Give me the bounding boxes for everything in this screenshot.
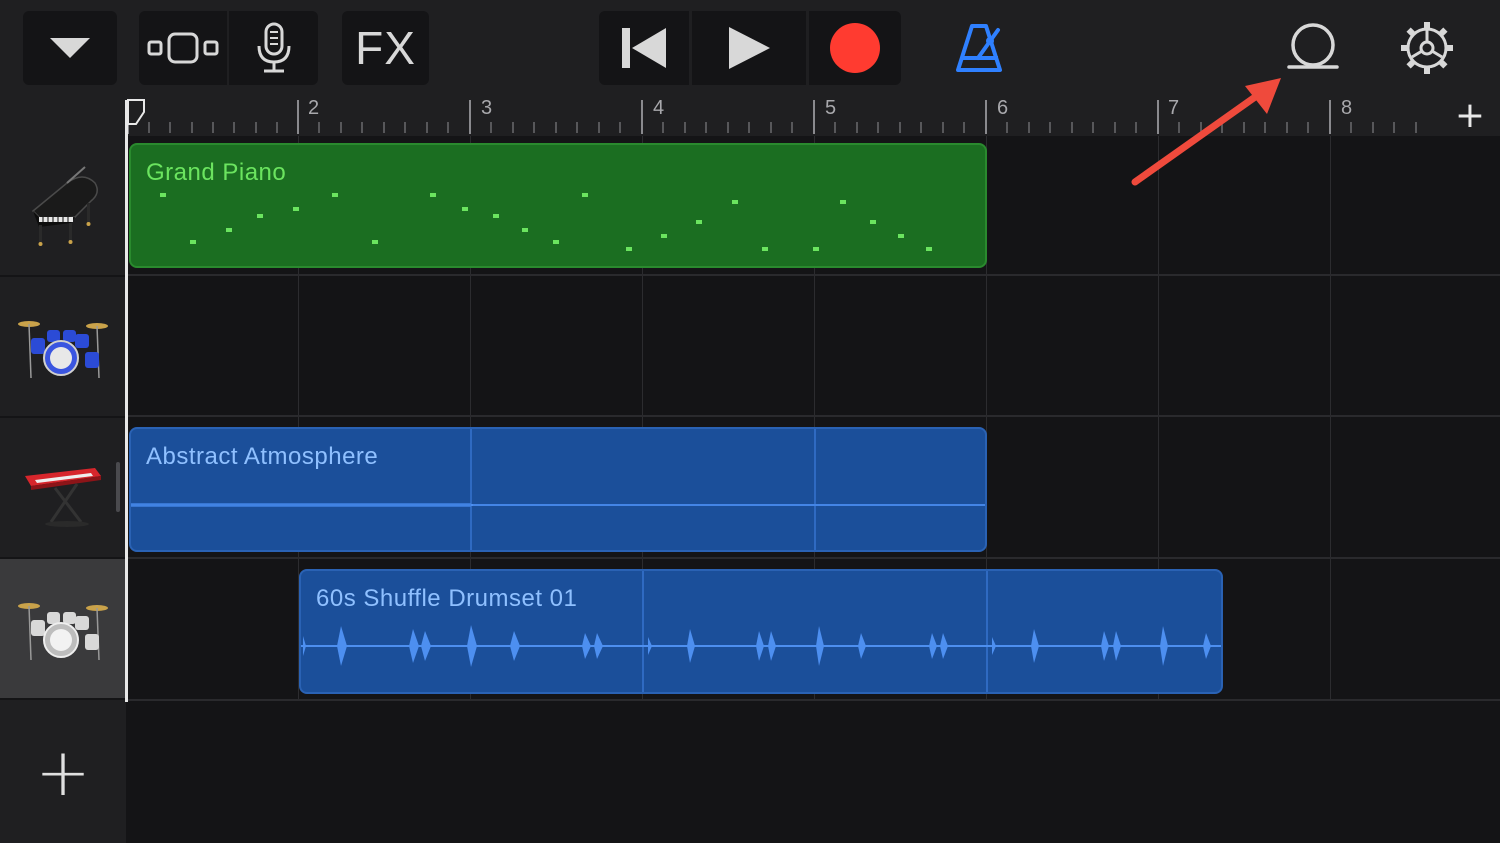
gear-icon bbox=[1401, 22, 1453, 74]
playhead[interactable] bbox=[125, 100, 128, 702]
settings-button[interactable] bbox=[1388, 11, 1466, 85]
drum-kit-blue-icon bbox=[18, 320, 108, 378]
keyboard-synth-icon bbox=[25, 467, 101, 527]
region-title: Grand Piano bbox=[146, 159, 287, 186]
fx-label: FX bbox=[355, 22, 416, 74]
region-segment-divider bbox=[470, 429, 472, 550]
bar-number-2: 2 bbox=[308, 97, 320, 119]
metronome-button[interactable] bbox=[940, 11, 1020, 85]
midi-note bbox=[696, 220, 702, 224]
annotation-arrow bbox=[1131, 78, 1281, 186]
midi-note bbox=[840, 200, 846, 204]
track-header-drums[interactable] bbox=[0, 277, 126, 418]
track-header-drumset[interactable] bbox=[0, 559, 126, 700]
midi-note bbox=[553, 240, 559, 244]
play-button[interactable] bbox=[692, 11, 806, 85]
header-resize-handle[interactable] bbox=[116, 462, 120, 512]
audio-region-60s-shuffle-drumset[interactable]: 60s Shuffle Drumset 01 bbox=[299, 569, 1223, 694]
midi-note bbox=[160, 193, 166, 197]
play-icon bbox=[729, 27, 770, 69]
midi-note bbox=[732, 200, 738, 204]
microphone-button[interactable] bbox=[229, 11, 318, 85]
bar-number-4: 4 bbox=[653, 97, 665, 119]
midi-note bbox=[372, 240, 378, 244]
track-header-piano[interactable] bbox=[0, 136, 126, 277]
add-section-button[interactable]: + bbox=[1440, 96, 1500, 136]
playhead-handle bbox=[127, 99, 145, 125]
midi-note bbox=[661, 234, 667, 238]
add-track-button[interactable]: + bbox=[0, 702, 126, 843]
midi-note bbox=[430, 193, 436, 197]
midi-region-grand-piano[interactable]: Grand Piano bbox=[129, 143, 987, 268]
bar-number-8: 8 bbox=[1341, 97, 1353, 119]
skip-back-icon bbox=[622, 28, 666, 68]
record-icon bbox=[830, 23, 880, 73]
lane-divider bbox=[126, 415, 1500, 417]
bar-number-6: 6 bbox=[997, 97, 1009, 119]
region-title: 60s Shuffle Drumset 01 bbox=[316, 585, 578, 612]
region-title: Abstract Atmosphere bbox=[146, 443, 379, 470]
rewind-button[interactable] bbox=[599, 11, 689, 85]
region-segment-divider bbox=[814, 429, 816, 550]
tracks-view-button[interactable] bbox=[139, 11, 227, 85]
lane-divider bbox=[126, 557, 1500, 559]
metronome-icon bbox=[956, 24, 1002, 72]
drum-kit-silver-icon bbox=[18, 602, 108, 660]
lane-divider bbox=[126, 274, 1500, 276]
chevron-down-icon bbox=[50, 38, 90, 58]
midi-note bbox=[522, 228, 528, 232]
track-header-keyboard[interactable] bbox=[0, 418, 126, 559]
loop-icon bbox=[1287, 23, 1339, 69]
track-headers: + bbox=[0, 136, 126, 843]
record-button[interactable] bbox=[809, 11, 901, 85]
midi-note bbox=[493, 214, 499, 218]
midi-note bbox=[926, 247, 932, 251]
audio-region-abstract-atmosphere[interactable]: Abstract Atmosphere bbox=[129, 427, 987, 552]
plus-icon: + bbox=[35, 733, 91, 811]
bar-number-5: 5 bbox=[825, 97, 837, 119]
tracks-view-icon bbox=[147, 32, 219, 64]
midi-note bbox=[813, 247, 819, 251]
midi-note bbox=[626, 247, 632, 251]
browser-menu-button[interactable] bbox=[23, 11, 117, 85]
midi-note bbox=[870, 220, 876, 224]
bar-gridline bbox=[1330, 136, 1331, 701]
waveform bbox=[301, 625, 1221, 667]
midi-note bbox=[582, 193, 588, 197]
microphone-icon bbox=[257, 22, 290, 73]
midi-note bbox=[332, 193, 338, 197]
waveform bbox=[131, 503, 985, 507]
midi-note bbox=[762, 247, 768, 251]
lane-divider bbox=[126, 699, 1500, 701]
bar-number-3: 3 bbox=[481, 97, 493, 119]
midi-note bbox=[190, 240, 196, 244]
midi-note bbox=[462, 207, 468, 211]
midi-note bbox=[257, 214, 263, 218]
midi-note bbox=[293, 207, 299, 211]
plus-icon: + bbox=[1454, 95, 1486, 136]
grand-piano-icon bbox=[31, 165, 98, 246]
midi-note bbox=[898, 234, 904, 238]
midi-note bbox=[226, 228, 232, 232]
fx-button[interactable]: FX bbox=[342, 11, 429, 85]
